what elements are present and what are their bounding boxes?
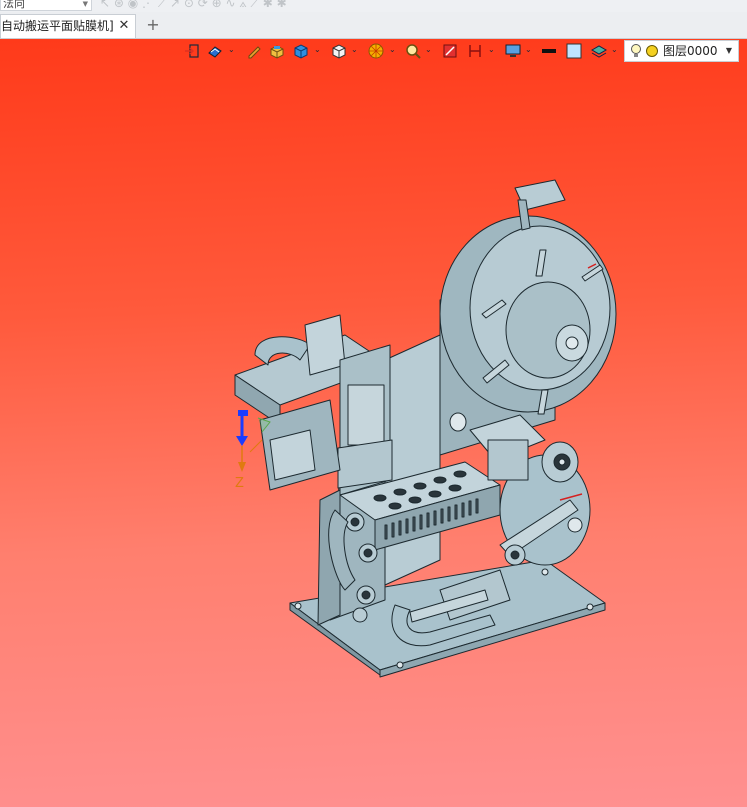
z-axis-label: Z [235,476,244,491]
cad-model[interactable]: Z [0,0,747,807]
main-frame [384,334,441,586]
